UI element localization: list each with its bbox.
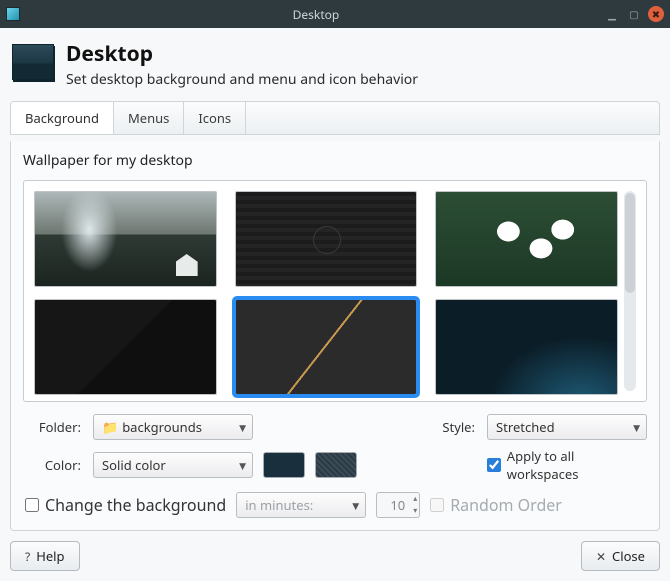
maximize-button[interactable]: ▢ xyxy=(626,6,642,22)
folder-combo[interactable]: 📁 backgrounds ▼ xyxy=(93,414,253,440)
tab-menus[interactable]: Menus xyxy=(114,102,184,134)
tab-label: Background xyxy=(25,109,99,127)
desktop-icon xyxy=(12,44,54,80)
change-toggle: Change the background xyxy=(25,494,226,516)
help-icon: ? xyxy=(25,548,30,565)
change-interval-unit-combo[interactable]: in minutes: ▼ xyxy=(236,492,366,518)
page-subtitle: Set desktop background and menu and icon… xyxy=(66,70,418,89)
apply-all-label: Apply to all workspaces xyxy=(507,447,647,483)
wallpaper-grid-container xyxy=(23,180,647,402)
change-background-checkbox[interactable] xyxy=(25,498,39,512)
change-row: Change the background in minutes: ▼ 10 R… xyxy=(23,490,647,518)
wallpaper-thumb-dark-lines[interactable] xyxy=(235,191,418,287)
random-order-label: Random Order xyxy=(450,494,562,516)
tab-icons[interactable]: Icons xyxy=(184,102,246,134)
color-mode-value: Solid color xyxy=(102,456,166,474)
wallpaper-thumb-gold-diagonal[interactable] xyxy=(235,299,418,395)
color-swatch-secondary[interactable] xyxy=(315,452,357,478)
apply-all-row: Apply to all workspaces xyxy=(487,447,647,483)
chevron-down-icon: ▼ xyxy=(239,459,246,472)
folder-icon: 📁 xyxy=(102,418,118,436)
wallpaper-thumb-waterfall[interactable] xyxy=(34,191,217,287)
app-icon xyxy=(6,7,20,21)
page-title: Desktop xyxy=(66,40,418,68)
apply-all-checkbox[interactable] xyxy=(487,458,501,472)
random-order-row: Random Order xyxy=(430,494,562,516)
close-window-button[interactable]: ✖ xyxy=(648,6,664,22)
help-button-label: Help xyxy=(36,547,64,565)
wallpaper-thumb-teal-arc[interactable] xyxy=(435,299,618,395)
folder-label: Folder: xyxy=(23,418,83,436)
window-controls: ▁ ▢ ✖ xyxy=(604,6,664,22)
close-button[interactable]: ✕ Close xyxy=(581,541,660,571)
wallpaper-grid xyxy=(34,191,618,391)
tab-background[interactable]: Background xyxy=(11,102,114,134)
change-interval-value: 10 xyxy=(390,496,405,514)
chevron-down-icon: ▼ xyxy=(352,499,359,512)
tab-pane-background: Wallpaper for my desktop Folder: 📁 backg… xyxy=(10,141,660,531)
minimize-button[interactable]: ▁ xyxy=(604,6,620,22)
tab-bar: Background Menus Icons xyxy=(10,101,660,135)
color-swatch-primary[interactable] xyxy=(263,452,305,478)
wallpaper-scrollbar[interactable] xyxy=(624,191,636,391)
chevron-down-icon: ▼ xyxy=(633,421,640,434)
folder-value: backgrounds xyxy=(122,418,202,436)
close-button-label: Close xyxy=(612,547,645,565)
change-background-label: Change the background xyxy=(45,494,226,516)
window-body: Desktop Set desktop background and menu … xyxy=(0,28,670,581)
header: Desktop Set desktop background and menu … xyxy=(10,36,660,95)
bottom-bar: ? Help ✕ Close xyxy=(10,541,660,571)
help-button[interactable]: ? Help xyxy=(10,541,80,571)
change-interval-spinner[interactable]: 10 xyxy=(376,492,420,518)
wallpaper-thumb-white-flowers[interactable] xyxy=(435,191,618,287)
wallpaper-thumb-dark-envelope[interactable] xyxy=(34,299,217,395)
chevron-down-icon: ▼ xyxy=(239,421,246,434)
random-order-checkbox[interactable] xyxy=(430,498,444,512)
change-interval-unit: in minutes: xyxy=(245,496,313,514)
style-label: Style: xyxy=(417,418,477,436)
titlebar: Desktop ▁ ▢ ✖ xyxy=(0,0,670,28)
close-icon: ✕ xyxy=(596,548,606,565)
controls-grid: Folder: 📁 backgrounds ▼ Style: Stretched… xyxy=(23,412,647,480)
style-combo[interactable]: Stretched ▼ xyxy=(487,414,647,440)
tab-label: Menus xyxy=(128,109,169,127)
style-value: Stretched xyxy=(496,418,555,436)
color-label: Color: xyxy=(23,456,83,474)
window-title: Desktop xyxy=(28,6,604,23)
tab-label: Icons xyxy=(198,109,231,127)
color-mode-combo[interactable]: Solid color ▼ xyxy=(93,452,253,478)
wallpaper-section-title: Wallpaper for my desktop xyxy=(23,151,647,170)
header-text: Desktop Set desktop background and menu … xyxy=(66,40,418,89)
